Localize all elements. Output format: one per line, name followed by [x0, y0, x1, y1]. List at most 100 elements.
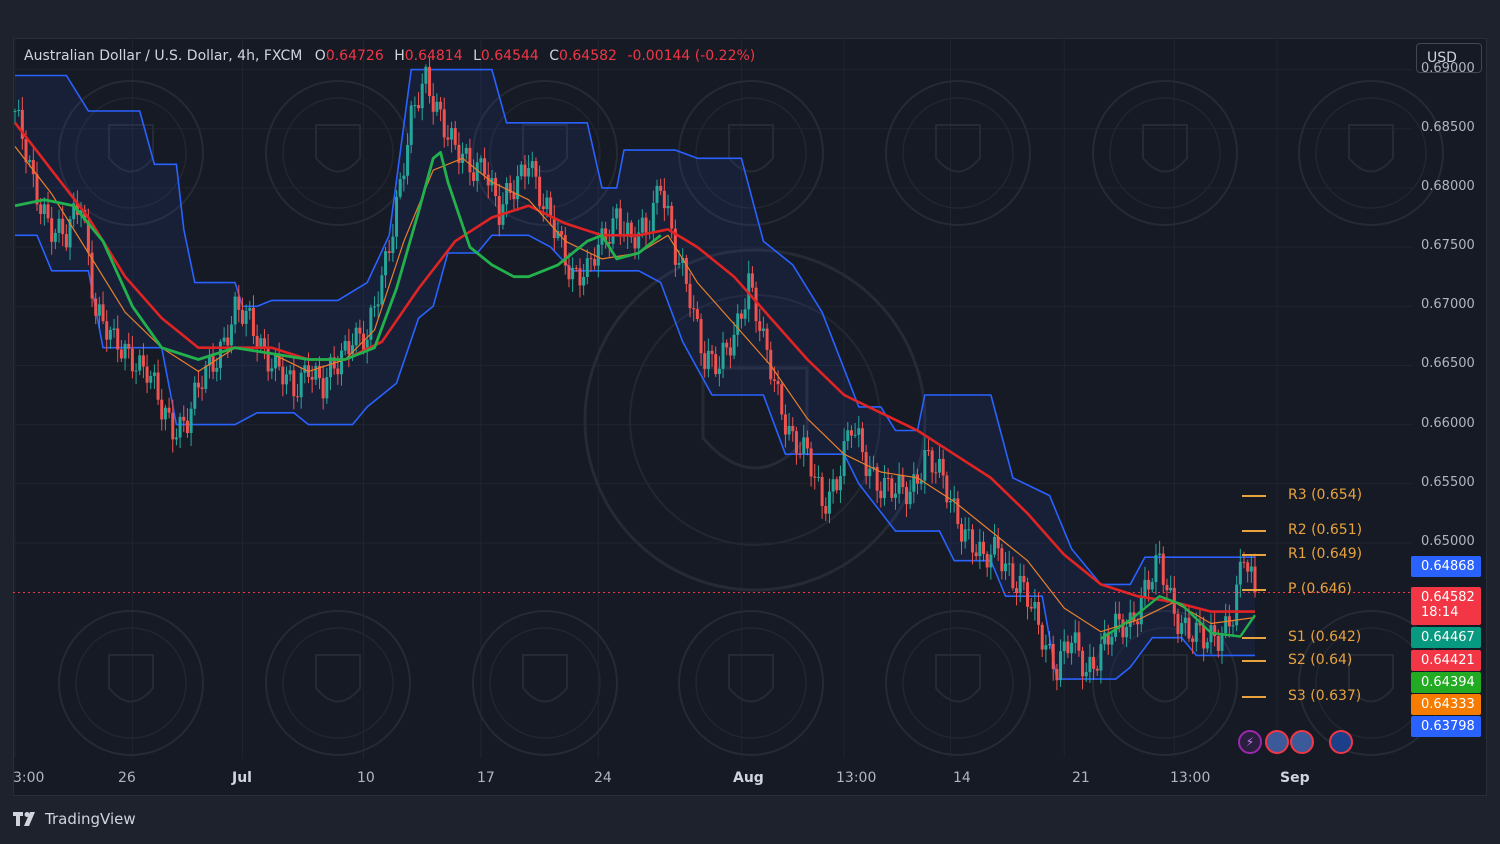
watermark-shield-icon	[1142, 124, 1188, 173]
y-axis-tick-label: 0.66000	[1421, 415, 1475, 431]
candle-body	[387, 251, 391, 253]
candle-body	[156, 372, 160, 400]
price-tag-value: 0.64868	[1421, 559, 1475, 574]
candle-body	[310, 376, 314, 380]
pivot-level-label: S3 (0.637)	[1288, 687, 1362, 704]
candle-body	[281, 366, 285, 385]
candle-body	[699, 319, 703, 354]
candle-body	[299, 372, 303, 398]
close-label: C	[549, 48, 560, 64]
candle-body	[618, 208, 622, 235]
candle-body	[549, 197, 553, 218]
candle-body	[1029, 606, 1033, 609]
x-axis-tick-label: 14	[953, 770, 971, 786]
candle-body	[835, 479, 839, 491]
candle-body	[112, 328, 116, 330]
symbol-title[interactable]: Australian Dollar / U.S. Dollar, 4h, FXC…	[24, 48, 302, 64]
candle-body	[1059, 651, 1063, 681]
candle-body	[1194, 622, 1198, 642]
candle-body	[640, 217, 644, 233]
watermark-seal-icon	[1315, 97, 1427, 209]
candle-body	[61, 218, 65, 235]
candle-body	[57, 218, 61, 233]
candle-body	[94, 298, 98, 316]
candle-body	[402, 175, 406, 180]
watermark-shield-icon	[315, 654, 361, 703]
candle-body	[1095, 668, 1099, 671]
candle-body	[130, 348, 134, 372]
watermark-shield-icon	[935, 654, 981, 703]
candle-body	[978, 541, 982, 557]
candle-body	[791, 425, 795, 432]
y-axis-tick-label: 0.69000	[1421, 60, 1475, 76]
candle-body	[116, 328, 120, 350]
candle-body	[695, 309, 699, 320]
candle-body	[160, 399, 164, 420]
candle-body	[1088, 656, 1092, 673]
candle-body	[593, 258, 597, 266]
x-axis-tick-label: 17	[477, 770, 495, 786]
candle-body	[248, 307, 252, 311]
candle-body	[761, 328, 765, 331]
candle-body	[314, 365, 318, 380]
lightning-icon[interactable]: ⚡	[1238, 730, 1262, 754]
candle-body	[824, 506, 828, 514]
candle-body	[721, 342, 725, 369]
australia-flag-icon[interactable]	[1329, 730, 1353, 754]
candle-body	[431, 96, 435, 112]
candle-body	[1136, 621, 1140, 625]
candle-body	[596, 244, 600, 266]
candle-body	[266, 347, 270, 372]
watermark-shield-icon	[728, 654, 774, 703]
candle-body	[1077, 632, 1081, 651]
candle-body	[340, 350, 344, 375]
candle-body	[530, 161, 534, 169]
watermark-shield-icon	[315, 124, 361, 173]
us-flag-icon[interactable]	[1290, 730, 1314, 754]
pivot-level-label: S1 (0.642)	[1288, 628, 1362, 645]
candle-body	[343, 341, 347, 351]
candle-body	[949, 501, 953, 503]
candle-body	[846, 430, 850, 442]
candle-body	[971, 529, 975, 553]
y-axis-tick-label: 0.67500	[1421, 238, 1475, 254]
price-tag-value: 0.64421	[1421, 653, 1475, 668]
price-tag-value: 0.63798	[1421, 719, 1475, 734]
candle-body	[292, 370, 296, 397]
candle-body	[578, 268, 582, 286]
candle-body	[897, 475, 901, 494]
pivot-level-line	[1242, 589, 1266, 592]
watermark-shield-icon	[1142, 654, 1188, 703]
candle-body	[666, 205, 670, 209]
candle-body	[934, 472, 938, 474]
x-axis-tick-label: Aug	[733, 770, 764, 786]
candle-body	[325, 377, 329, 399]
watermark-shield-icon	[935, 124, 981, 173]
candle-body	[1150, 581, 1154, 590]
candle-body	[435, 101, 439, 112]
watermark-seal-icon	[678, 610, 824, 756]
candle-body	[428, 66, 432, 97]
tradingview-logo[interactable]: TradingView	[13, 810, 136, 828]
candle-body	[211, 356, 215, 372]
candle-body	[1143, 579, 1147, 598]
candle-body	[1073, 632, 1077, 643]
watermark-seal-icon	[282, 627, 394, 739]
candle-body	[985, 553, 989, 568]
pivot-level-line	[1242, 695, 1266, 698]
candle-body	[901, 475, 905, 488]
us-flag-icon[interactable]	[1265, 730, 1289, 754]
candle-body	[1202, 625, 1206, 649]
candle-body	[930, 450, 934, 473]
candle-body	[1147, 579, 1151, 590]
chart-canvas[interactable]	[13, 38, 1487, 796]
candle-body	[1099, 644, 1103, 671]
candle-body	[468, 147, 472, 173]
candle-body	[13, 111, 17, 113]
candle-body	[1110, 636, 1114, 645]
candle-body	[64, 234, 68, 248]
brand-label: TradingView	[45, 810, 136, 828]
candle-body	[138, 355, 142, 371]
y-axis-tick-label: 0.68500	[1421, 119, 1475, 135]
candle-body	[1176, 613, 1180, 634]
